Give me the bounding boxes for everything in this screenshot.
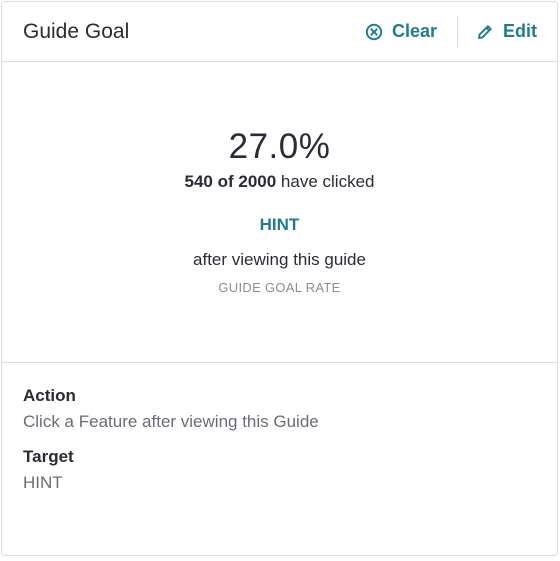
clicked-summary: 540 of 2000 have clicked [185,172,375,192]
header-divider [457,15,458,48]
target-label: Target [23,447,74,466]
clear-button[interactable]: Clear [365,21,437,42]
card-header: Guide Goal Clear Edit [2,2,557,62]
edit-button[interactable]: Edit [476,21,537,42]
header-actions: Clear Edit [365,2,537,61]
clicked-count: 540 of 2000 [184,172,277,191]
guide-goal-card: Guide Goal Clear Edit 27.0% 540 of 2000 … [1,1,558,556]
circle-x-icon [365,23,383,41]
edit-label: Edit [503,21,537,41]
action-value: Click a Feature after viewing this Guide [23,412,319,431]
goal-rate-value: 27.0% [228,127,331,166]
clear-label: Clear [391,21,437,41]
action-label: Action [23,386,76,405]
after-viewing-text: after viewing this guide [193,250,366,269]
pencil-icon [476,23,494,41]
feature-name: HINT [259,215,300,234]
clicked-suffix: have clicked [276,172,375,191]
goal-details: Action Click a Feature after viewing thi… [2,363,557,493]
target-value: HINT [23,473,63,492]
goal-summary: 27.0% 540 of 2000 have clicked HINT afte… [2,62,557,363]
goal-rate-label: GUIDE GOAL RATE [218,280,341,295]
card-title: Guide Goal [23,19,130,43]
